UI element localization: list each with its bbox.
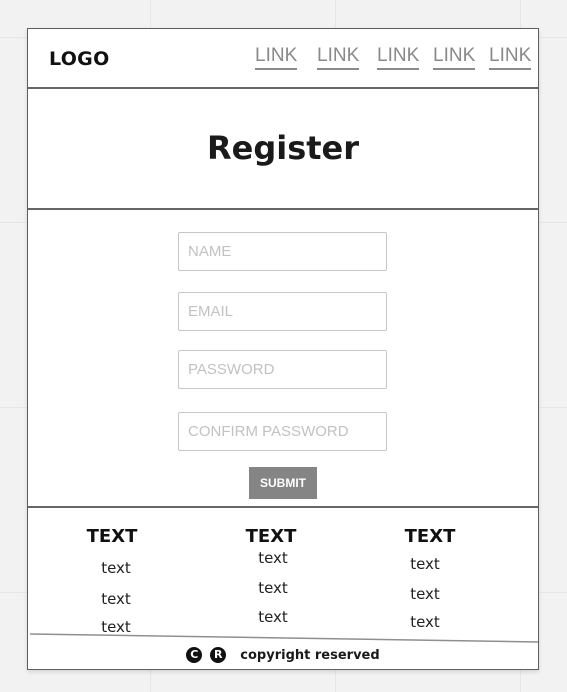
site-header: LOGO LINK LINK LINK LINK LINK	[28, 29, 538, 89]
footer-col-1-heading: TEXT	[86, 526, 138, 547]
nav-link-1[interactable]: LINK	[255, 45, 298, 70]
footer-col-2-item-1[interactable]: text	[243, 549, 303, 567]
footer-slant-line	[29, 633, 538, 643]
email-input[interactable]	[178, 292, 387, 331]
wireframe-page: LOGO LINK LINK LINK LINK LINK Register S…	[27, 28, 539, 670]
footer-col-1-item-2[interactable]: text	[86, 590, 146, 608]
copyright-icon: C	[186, 647, 203, 663]
nav-link-3[interactable]: LINK	[377, 45, 420, 70]
title-band: Register	[28, 89, 538, 210]
name-input[interactable]	[178, 232, 387, 271]
footer-col-3-heading: TEXT	[404, 526, 456, 547]
footer-divider	[28, 506, 538, 508]
footer-col-3-item-3[interactable]: text	[395, 613, 455, 631]
footer-col-3-item-1[interactable]: text	[395, 555, 455, 573]
footer-col-2-item-2[interactable]: text	[243, 579, 303, 597]
footer-col-2-item-3[interactable]: text	[243, 608, 303, 626]
registered-icon: R	[210, 647, 227, 663]
page-title: Register	[206, 129, 360, 167]
copyright-text: copyright reserved	[240, 647, 380, 663]
copyright-bar: C R copyright reserved	[28, 644, 538, 666]
footer-col-1-item-1[interactable]: text	[86, 559, 146, 577]
footer-col-3-item-2[interactable]: text	[395, 585, 455, 603]
confirm-password-input[interactable]	[178, 412, 387, 451]
password-input[interactable]	[178, 350, 387, 389]
nav-link-2[interactable]: LINK	[317, 45, 360, 70]
submit-button[interactable]: SUBMIT	[249, 467, 317, 499]
nav-link-5[interactable]: LINK	[489, 45, 532, 70]
footer-col-2-heading: TEXT	[245, 526, 297, 547]
logo[interactable]: LOGO	[49, 48, 110, 70]
nav-link-4[interactable]: LINK	[433, 45, 476, 70]
